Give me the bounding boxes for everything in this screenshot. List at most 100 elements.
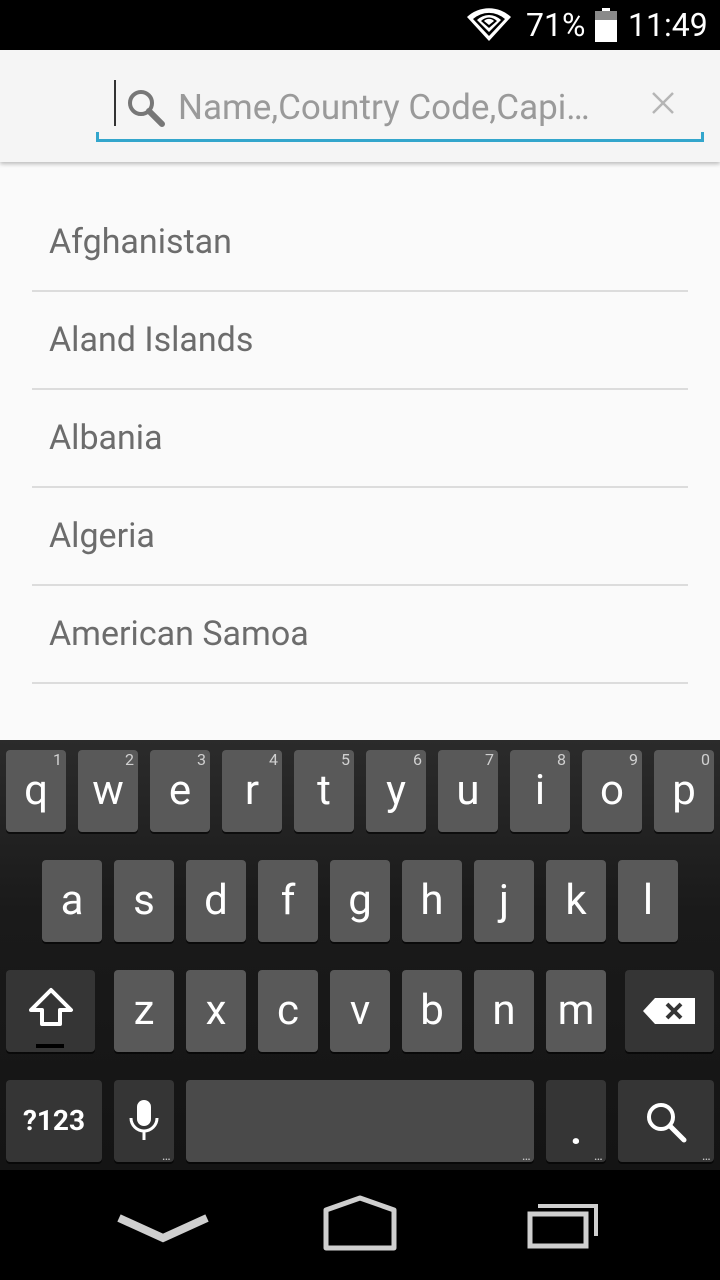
list-item[interactable]: Albania — [32, 390, 688, 488]
key-f[interactable]: f — [258, 860, 318, 942]
key-hint: 3 — [197, 750, 206, 769]
status-bar: 71% 11:49 — [0, 0, 720, 50]
wifi-icon — [467, 8, 511, 42]
key-hint: 2 — [125, 750, 134, 769]
key-j[interactable]: j — [474, 860, 534, 942]
back-icon[interactable] — [103, 1190, 223, 1260]
country-list: Afghanistan Aland Islands Albania Algeri… — [0, 194, 720, 684]
key-o[interactable]: o 9 — [582, 750, 642, 832]
key-label: o — [600, 766, 624, 815]
key-label: n — [492, 986, 516, 1035]
key-y[interactable]: y 6 — [366, 750, 426, 832]
list-item[interactable]: Aland Islands — [32, 292, 688, 390]
space-key[interactable]: ... — [186, 1080, 534, 1164]
keyboard: q 1 w 2 e 3 r 4 t 5 y 6 u 7 i 8 o 9 p 0 … — [0, 740, 720, 1170]
backspace-icon — [643, 998, 695, 1024]
key-hint: 4 — [269, 750, 278, 769]
key-r[interactable]: r 4 — [222, 750, 282, 832]
search-icon — [647, 1103, 687, 1143]
key-hint: 0 — [701, 750, 710, 769]
text-cursor — [114, 80, 116, 126]
key-m[interactable]: m — [546, 970, 606, 1052]
key-hint: 1 — [53, 750, 62, 769]
key-label: x — [205, 986, 227, 1035]
key-label: e — [168, 766, 192, 815]
clock: 11:49 — [628, 6, 708, 44]
country-name: Albania — [49, 418, 163, 458]
key-u[interactable]: u 7 — [438, 750, 498, 832]
key-hint: 5 — [341, 750, 350, 769]
key-z[interactable]: z — [114, 970, 174, 1052]
key-label: p — [672, 766, 696, 815]
key-label: y — [386, 766, 406, 815]
key-label: h — [420, 876, 444, 925]
recent-apps-icon[interactable] — [502, 1190, 622, 1260]
home-icon[interactable] — [300, 1190, 420, 1260]
symbols-label: ?123 — [22, 1104, 86, 1137]
key-label: g — [348, 876, 372, 925]
list-item[interactable]: American Samoa — [32, 586, 688, 684]
key-hint: 6 — [413, 750, 422, 769]
search-key[interactable]: ... — [618, 1080, 714, 1163]
key-label: d — [204, 876, 228, 925]
search-field[interactable] — [96, 76, 704, 142]
key-d[interactable]: d — [186, 860, 246, 942]
symbols-key[interactable]: ?123 — [6, 1080, 102, 1162]
key-label: m — [557, 986, 595, 1035]
key-k[interactable]: k — [546, 860, 606, 942]
list-item[interactable]: Algeria — [32, 488, 688, 586]
key-label: j — [498, 876, 510, 925]
navigation-bar — [0, 1170, 720, 1280]
key-label: b — [420, 986, 444, 1035]
key-i[interactable]: i 8 — [510, 750, 570, 832]
key-label: s — [133, 876, 155, 925]
key-w[interactable]: w 2 — [78, 750, 138, 832]
screen: 71% 11:49 Afghanistan Aland Islands Alba… — [0, 0, 720, 1280]
key-b[interactable]: b — [402, 970, 462, 1052]
key-l[interactable]: l — [618, 860, 678, 942]
key-g[interactable]: g — [330, 860, 390, 942]
key-p[interactable]: p 0 — [654, 750, 714, 832]
key-x[interactable]: x — [186, 970, 246, 1052]
key-label: w — [92, 766, 124, 815]
key-v[interactable]: v — [330, 970, 390, 1052]
key-t[interactable]: t 5 — [294, 750, 354, 832]
country-name: Algeria — [49, 516, 155, 556]
key-label: t — [317, 766, 331, 815]
key-q[interactable]: q 1 — [6, 750, 66, 832]
key-label: q — [24, 766, 48, 815]
key-hint: 9 — [629, 750, 638, 769]
shift-key[interactable] — [6, 970, 95, 1052]
key-n[interactable]: n — [474, 970, 534, 1052]
key-c[interactable]: c — [258, 970, 318, 1052]
more-options-indicator: ... — [521, 1148, 531, 1164]
key-hint: 8 — [557, 750, 566, 769]
backspace-key[interactable] — [625, 970, 714, 1052]
key-label: f — [280, 876, 296, 925]
key-hint: 7 — [485, 750, 494, 769]
period-key[interactable]: . ... — [546, 1080, 606, 1163]
key-label: l — [642, 876, 654, 925]
key-h[interactable]: h — [402, 860, 462, 942]
key-label: i — [534, 766, 546, 815]
voice-input-key[interactable]: ... — [114, 1080, 174, 1163]
country-name: Aland Islands — [49, 320, 254, 360]
key-s[interactable]: s — [114, 860, 174, 942]
list-item[interactable]: Afghanistan — [32, 194, 688, 292]
key-label: z — [133, 986, 155, 1035]
country-name: American Samoa — [49, 614, 309, 654]
period-label: . — [570, 1107, 582, 1154]
key-e[interactable]: e 3 — [150, 750, 210, 832]
key-label: a — [60, 876, 84, 925]
key-label: r — [244, 766, 260, 815]
search-icon — [128, 90, 165, 127]
key-label: c — [277, 986, 299, 1035]
search-header — [0, 50, 720, 162]
clear-icon[interactable] — [650, 90, 676, 116]
key-a[interactable]: a — [42, 860, 102, 942]
battery-icon — [595, 8, 617, 42]
search-input[interactable] — [178, 80, 608, 134]
battery-percent: 71% — [526, 6, 586, 44]
shift-indicator — [36, 1044, 64, 1048]
key-label: v — [349, 986, 371, 1035]
